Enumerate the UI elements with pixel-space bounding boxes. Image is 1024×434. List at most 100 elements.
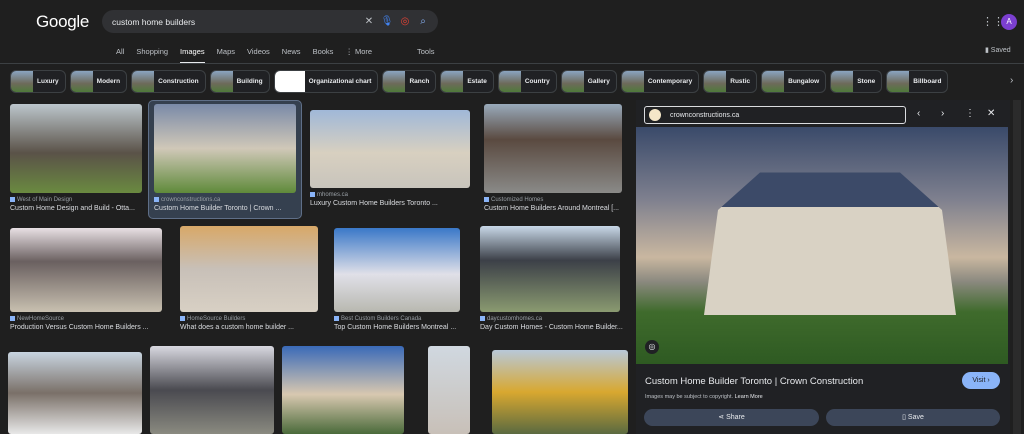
preview-title[interactable]: Custom Home Builder Toronto | Crown Cons… [645, 376, 863, 387]
chip-bungalow[interactable]: Bungalow [761, 70, 827, 93]
search-icon[interactable]: ⌕ [414, 16, 432, 27]
previous-icon[interactable]: ‹ [917, 108, 920, 119]
result-thumbnail[interactable] [10, 228, 162, 312]
clear-icon[interactable]: ✕ [360, 16, 378, 27]
chip-label: Country [524, 78, 550, 85]
result-title[interactable]: Top Custom Home Builders Montreal ... [334, 324, 460, 331]
result-source[interactable]: Best Custom Builders Canada [334, 316, 460, 322]
result-thumbnail[interactable] [180, 226, 318, 312]
image-result[interactable]: mhomes.ca Luxury Custom Home Builders To… [310, 110, 470, 207]
chip-thumbnail [762, 71, 785, 92]
chip-label: Estate [467, 78, 487, 85]
favicon-icon [10, 197, 15, 202]
result-title[interactable]: Day Custom Homes - Custom Home Builder..… [480, 324, 623, 331]
chip-modern[interactable]: Modern [69, 70, 128, 93]
image-result[interactable]: West of Main Design Custom Home Design a… [10, 104, 142, 212]
preview-source: crownconstructions.ca [670, 111, 740, 119]
chip-country[interactable]: Country [497, 70, 557, 93]
search-input[interactable]: custom home builders [112, 17, 360, 27]
chip-luxury[interactable]: Luxury [10, 70, 66, 93]
image-result[interactable] [428, 346, 470, 434]
chip-gallery[interactable]: Gallery [560, 70, 617, 93]
next-icon[interactable]: › [941, 108, 944, 119]
chip-building[interactable]: Building [209, 70, 270, 93]
result-thumbnail[interactable] [154, 104, 296, 193]
tab-more[interactable]: ⋮ More [345, 47, 372, 64]
site-favicon [649, 109, 661, 121]
image-result[interactable]: Customized Homes Custom Home Builders Ar… [484, 104, 622, 212]
result-title[interactable]: Custom Home Builders Around Montreal [..… [484, 205, 622, 212]
save-button[interactable]: ▯ Save [826, 409, 1000, 426]
learn-more-link[interactable]: Learn More [735, 394, 763, 400]
favicon-icon [10, 316, 15, 321]
preview-source-link[interactable]: crownconstructions.ca [644, 106, 906, 124]
tab-shopping[interactable]: Shopping [136, 47, 168, 64]
share-button[interactable]: ⋖ Share [644, 409, 819, 426]
result-source[interactable]: NewHomeSource [10, 316, 162, 322]
result-thumbnail[interactable] [484, 104, 622, 193]
chip-label: Contemporary [647, 78, 693, 85]
search-box[interactable]: custom home builders ✕ 🎙 ◎ ⌕ [102, 10, 438, 33]
chevron-right-icon[interactable]: › [1010, 75, 1013, 86]
more-options-icon[interactable]: ⋮ [965, 108, 975, 119]
image-result[interactable] [150, 346, 274, 434]
result-title[interactable]: Production Versus Custom Home Builders .… [10, 324, 162, 331]
share-icon: ⋖ [718, 414, 727, 421]
tab-images[interactable]: Images [180, 47, 205, 64]
image-result[interactable]: HomeSource Builders What does a custom h… [180, 226, 318, 331]
chip-stone[interactable]: Stone [830, 70, 883, 93]
chip-ranch[interactable]: Ranch [382, 70, 437, 93]
image-result[interactable]: NewHomeSource Production Versus Custom H… [10, 228, 162, 331]
result-source[interactable]: HomeSource Builders [180, 316, 318, 322]
chip-organizational-chart[interactable]: Organizational chart [273, 70, 379, 93]
tab-videos[interactable]: Videos [247, 47, 270, 64]
visit-button[interactable]: Visit › [962, 372, 1000, 389]
chip-label: Rustic [730, 78, 751, 85]
chip-thumbnail [132, 71, 155, 92]
chip-construction[interactable]: Construction [131, 70, 206, 93]
google-logo[interactable]: Google [36, 12, 89, 32]
lens-search-icon[interactable]: ◎ [645, 340, 659, 354]
chip-estate[interactable]: Estate [440, 70, 494, 93]
result-thumbnail[interactable] [334, 228, 460, 312]
result-source[interactable]: daycustomhomes.ca [480, 316, 620, 322]
copyright-note: Images may be subject to copyright. Lear… [645, 394, 763, 400]
result-title[interactable]: What does a custom home builder ... [180, 324, 318, 331]
scrollbar[interactable] [1013, 100, 1021, 434]
tab-books[interactable]: Books [313, 47, 334, 64]
favicon-icon [154, 197, 159, 202]
source-name: crownconstructions.ca [161, 197, 221, 204]
microphone-icon[interactable]: 🎙 [378, 16, 396, 27]
chip-rustic[interactable]: Rustic [703, 70, 758, 93]
close-icon[interactable]: ✕ [987, 108, 995, 119]
image-result[interactable]: crownconstructions.ca Custom Home Builde… [154, 104, 296, 212]
tab-maps[interactable]: Maps [217, 47, 235, 64]
lens-icon[interactable]: ◎ [396, 16, 414, 27]
result-thumbnail[interactable] [10, 104, 142, 193]
favicon-icon [484, 197, 489, 202]
tab-news[interactable]: News [282, 47, 301, 64]
result-source[interactable]: West of Main Design [10, 197, 142, 203]
image-result[interactable] [8, 352, 142, 434]
image-result[interactable] [492, 350, 628, 434]
image-result[interactable] [282, 346, 404, 434]
chip-thumbnail [441, 71, 464, 92]
result-source[interactable]: mhomes.ca [310, 192, 470, 198]
result-title[interactable]: Custom Home Builder Toronto | Crown ... [154, 205, 296, 212]
result-title[interactable]: Luxury Custom Home Builders Toronto ... [310, 200, 470, 207]
chip-thumbnail [498, 71, 521, 92]
result-source[interactable]: Customized Homes [484, 197, 622, 203]
tools-button[interactable]: Tools [417, 47, 435, 56]
saved-link[interactable]: ▮ Saved [985, 46, 1011, 54]
result-thumbnail[interactable] [310, 110, 470, 188]
tab-all[interactable]: All [116, 47, 124, 64]
result-title[interactable]: Custom Home Design and Build - Otta... [10, 205, 142, 212]
chip-contemporary[interactable]: Contemporary [620, 70, 700, 93]
image-result[interactable]: daycustomhomes.ca Day Custom Homes - Cus… [480, 226, 623, 331]
result-source[interactable]: crownconstructions.ca [154, 197, 296, 203]
avatar[interactable]: A [1001, 14, 1017, 30]
image-result[interactable]: Best Custom Builders Canada Top Custom H… [334, 228, 460, 331]
chip-thumbnail [831, 71, 854, 92]
chip-billboard[interactable]: Billboard [886, 70, 949, 93]
result-thumbnail[interactable] [480, 226, 620, 312]
